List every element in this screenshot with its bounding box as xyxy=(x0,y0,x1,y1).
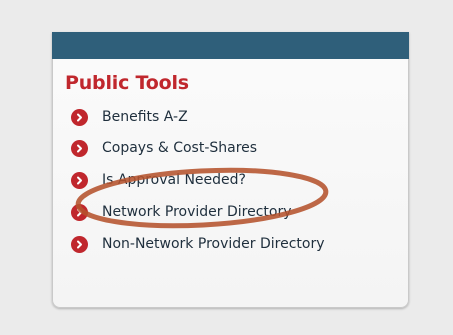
link-benefits-a-z[interactable]: Benefits A-Z xyxy=(71,105,188,129)
link-label: Network Provider Directory xyxy=(102,204,292,220)
panel-header-bar xyxy=(52,32,409,59)
link-non-network-provider-directory[interactable]: Non-Network Provider Directory xyxy=(71,232,324,256)
link-network-provider-directory[interactable]: Network Provider Directory xyxy=(71,200,292,224)
chevron-right-icon xyxy=(71,235,88,253)
chevron-right-icon xyxy=(71,108,88,126)
chevron-right-icon xyxy=(71,171,88,189)
panel-title: Public Tools xyxy=(65,72,189,94)
link-is-approval-needed[interactable]: Is Approval Needed? xyxy=(71,168,246,192)
public-tools-panel: Public Tools Benefits A-Z Copays & Cost-… xyxy=(52,32,409,308)
link-copays-cost-shares[interactable]: Copays & Cost-Shares xyxy=(71,136,257,160)
link-label: Non-Network Provider Directory xyxy=(102,236,325,252)
link-label: Is Approval Needed? xyxy=(102,172,246,188)
chevron-right-icon xyxy=(71,139,88,157)
link-label: Copays & Cost-Shares xyxy=(102,140,258,156)
chevron-right-icon xyxy=(71,203,88,221)
link-label: Benefits A-Z xyxy=(102,109,188,125)
